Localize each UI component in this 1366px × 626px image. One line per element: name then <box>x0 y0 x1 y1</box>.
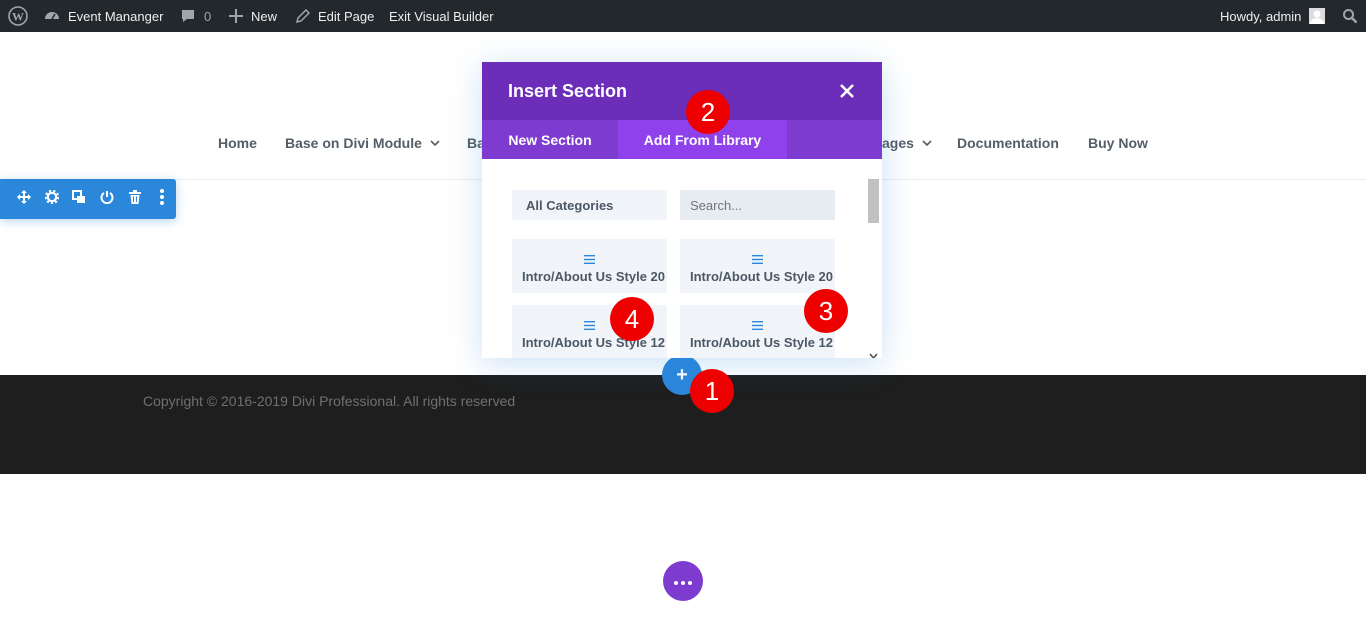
settings-button[interactable] <box>38 179 66 219</box>
gear-icon <box>44 189 59 209</box>
save-to-library-button[interactable] <box>93 179 121 219</box>
delete-button[interactable] <box>121 179 149 219</box>
step-marker-4: 4 <box>610 297 654 341</box>
step-marker-label: 2 <box>700 96 716 127</box>
close-icon <box>838 84 856 104</box>
edit-page-label: Edit Page <box>318 8 375 24</box>
site-name-link[interactable]: Event Mananger <box>44 0 163 32</box>
nav-item-label: Home <box>218 135 257 151</box>
scrollbar[interactable] <box>866 177 880 358</box>
step-marker-3: 3 <box>804 289 848 333</box>
modal-title: Insert Section <box>508 81 628 101</box>
wp-admin-bar: W Event Mananger 0 New Edit Page Exit Vi… <box>0 0 1366 32</box>
trash-icon <box>128 189 141 209</box>
comments-count: 0 <box>204 8 212 24</box>
more-vertical-icon <box>160 188 165 210</box>
library-item[interactable]: Intro/About Us Style 20 <box>512 239 667 293</box>
search-icon <box>1342 8 1358 24</box>
nav-item-label: Documentation <box>957 135 1059 151</box>
library-item[interactable]: Intro/About Us Style 20 <box>680 239 835 293</box>
exit-visual-builder-link[interactable]: Exit Visual Builder <box>389 0 494 32</box>
menu-icon <box>752 251 763 269</box>
new-content-link[interactable]: New <box>229 0 277 32</box>
site-name: Event Mananger <box>68 8 164 24</box>
nav-item-home[interactable]: Home <box>218 135 257 151</box>
nav-item-documentation[interactable]: Documentation <box>957 135 1059 151</box>
nav-item-label: Base on Divi Module <box>285 135 422 151</box>
menu-icon <box>584 251 595 269</box>
tab-label: New Section <box>508 131 592 148</box>
nav-item-pages[interactable]: ages <box>882 135 932 151</box>
chevron-down-icon <box>922 140 932 146</box>
duplicate-icon <box>72 189 86 209</box>
nav-item-base-on-divi-module[interactable]: Base on Divi Module <box>285 135 440 151</box>
wordpress-icon: W <box>8 6 28 26</box>
library-item-label: Intro/About Us Style 20 <box>690 269 834 284</box>
my-account-link[interactable]: Howdy, admin <box>1220 0 1326 32</box>
library-item-label: Intro/About Us Style 20 <box>522 269 666 284</box>
step-marker-label: 1 <box>704 375 720 406</box>
category-select-value: All Categories <box>526 197 614 213</box>
section-settings-toolbar <box>0 179 176 219</box>
plus-icon <box>229 9 243 23</box>
comments-link[interactable]: 0 <box>180 0 211 32</box>
step-marker-2: 2 <box>686 90 730 134</box>
scroll-thumb[interactable] <box>868 179 879 223</box>
avatar <box>1309 8 1326 24</box>
move-button[interactable] <box>10 179 38 219</box>
chevron-down-icon <box>430 140 440 146</box>
comment-icon <box>180 8 196 24</box>
move-icon <box>16 189 31 209</box>
category-select[interactable]: All Categories <box>512 190 667 220</box>
chevron-down-icon[interactable] <box>868 347 879 358</box>
power-icon <box>100 190 114 209</box>
step-marker-label: 4 <box>624 303 640 334</box>
add-section-label: + <box>676 363 688 386</box>
library-search-input[interactable] <box>680 190 835 220</box>
menu-icon <box>752 317 763 335</box>
edit-page-link[interactable]: Edit Page <box>296 0 374 32</box>
more-horizontal-icon <box>673 572 693 590</box>
search-button[interactable] <box>1342 0 1358 32</box>
step-marker-label: 3 <box>818 295 834 326</box>
tab-new-section[interactable]: New Section <box>482 120 618 159</box>
howdy-label: Howdy, admin <box>1220 8 1302 24</box>
page-settings-button[interactable] <box>663 561 703 601</box>
dashboard-icon <box>44 8 60 24</box>
step-marker-1: 1 <box>690 369 734 413</box>
svg-text:W: W <box>12 10 24 24</box>
wordpress-logo[interactable]: W <box>8 0 28 32</box>
nav-item-label: Buy Now <box>1088 135 1148 151</box>
duplicate-button[interactable] <box>65 179 93 219</box>
nav-item-buy-now[interactable]: Buy Now <box>1088 135 1148 151</box>
modal-tabs: New Section Add From Library <box>482 120 882 159</box>
close-button[interactable] <box>838 82 856 100</box>
tab-label: Add From Library <box>643 131 762 148</box>
copyright-text: Copyright © 2016-2019 Divi Professional.… <box>143 393 516 409</box>
new-label: New <box>251 8 278 24</box>
library-item-label: Intro/About Us Style 12 <box>690 335 834 350</box>
nav-item-label: ages <box>882 135 914 151</box>
pencil-icon <box>296 9 310 23</box>
modal-header: Insert Section <box>482 62 882 120</box>
menu-icon <box>584 317 595 335</box>
exit-visual-builder-label: Exit Visual Builder <box>389 8 494 24</box>
more-options-button[interactable] <box>148 179 176 219</box>
